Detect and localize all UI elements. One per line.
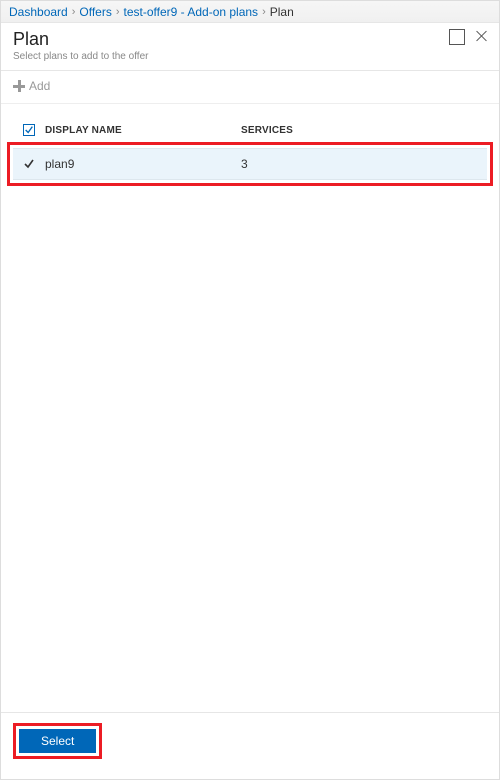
column-header-display-name[interactable]: DISPLAY NAME bbox=[41, 125, 241, 136]
maximize-icon bbox=[449, 29, 465, 45]
add-button[interactable]: Add bbox=[13, 79, 50, 93]
table-header: DISPLAY NAME SERVICES bbox=[13, 120, 487, 142]
table-row[interactable]: plan9 3 bbox=[13, 148, 487, 180]
breadcrumb-current: Plan bbox=[270, 5, 294, 19]
column-header-services[interactable]: SERVICES bbox=[241, 125, 483, 136]
breadcrumb-link-offer-addon-plans[interactable]: test-offer9 - Add-on plans bbox=[124, 5, 259, 19]
row-checkbox[interactable] bbox=[23, 158, 35, 170]
breadcrumb: Dashboard › Offers › test-offer9 - Add-o… bbox=[1, 1, 499, 23]
footer: Select bbox=[1, 712, 499, 779]
highlight-annotation-select: Select bbox=[13, 723, 102, 759]
check-icon bbox=[24, 125, 34, 135]
check-icon bbox=[23, 158, 35, 170]
chevron-right-icon: › bbox=[262, 6, 266, 18]
select-all-checkbox[interactable] bbox=[23, 124, 35, 136]
close-icon bbox=[475, 29, 491, 45]
page-title: Plan bbox=[13, 29, 487, 50]
blade-header: Plan Select plans to add to the offer bbox=[1, 23, 499, 71]
breadcrumb-link-dashboard[interactable]: Dashboard bbox=[9, 5, 68, 19]
highlight-annotation-row: plan9 3 bbox=[7, 142, 493, 186]
cell-services: 3 bbox=[241, 157, 483, 171]
cell-display-name: plan9 bbox=[41, 157, 241, 171]
plus-icon bbox=[13, 80, 25, 92]
select-button[interactable]: Select bbox=[19, 729, 96, 753]
chevron-right-icon: › bbox=[116, 6, 120, 18]
add-button-label: Add bbox=[29, 79, 50, 93]
maximize-button[interactable] bbox=[449, 29, 465, 45]
plans-table: DISPLAY NAME SERVICES plan9 3 bbox=[1, 104, 499, 186]
chevron-right-icon: › bbox=[72, 6, 76, 18]
toolbar: Add bbox=[1, 71, 499, 104]
breadcrumb-link-offers[interactable]: Offers bbox=[79, 5, 111, 19]
close-button[interactable] bbox=[475, 29, 491, 45]
page-subtitle: Select plans to add to the offer bbox=[13, 51, 487, 62]
